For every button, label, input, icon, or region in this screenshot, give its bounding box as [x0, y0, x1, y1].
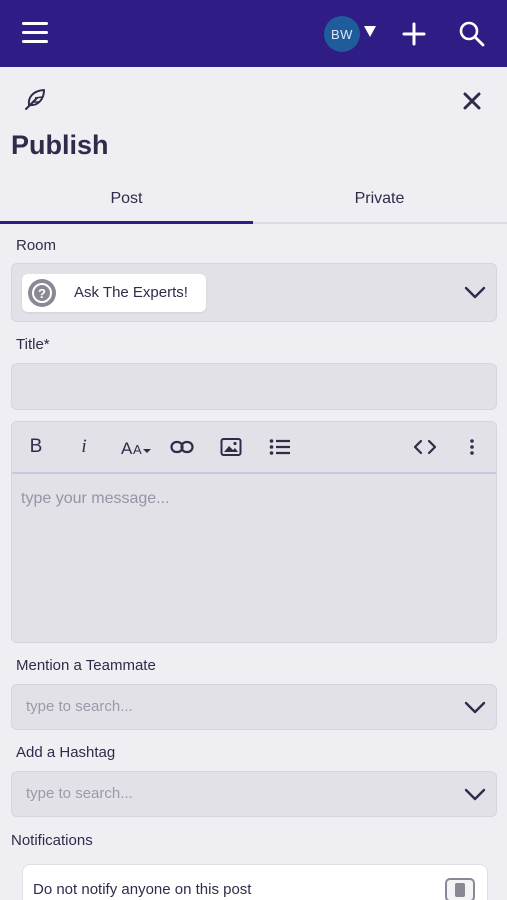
room-select[interactable]: ? Ask The Experts! [11, 263, 497, 322]
room-label: Room [16, 237, 57, 254]
room-selected-value: Ask The Experts! [74, 284, 188, 301]
bulleted-list-icon[interactable] [269, 434, 291, 460]
title-input[interactable] [11, 363, 497, 410]
do-not-notify-option[interactable]: Do not notify anyone on this post [22, 864, 488, 900]
question-circle-icon: ? [28, 279, 56, 307]
message-editor[interactable]: B i A A type your message... [11, 421, 497, 643]
more-vertical-icon[interactable] [468, 434, 476, 460]
chevron-down-icon[interactable] [464, 286, 486, 300]
font-size-icon[interactable]: A A [120, 434, 154, 460]
do-not-notify-text: Do not notify anyone on this post [33, 881, 252, 898]
tab-private[interactable]: Private [253, 184, 506, 222]
title-label: Title* [16, 336, 50, 353]
page-title: Publish [11, 130, 109, 160]
chevron-down-icon[interactable] [464, 788, 486, 802]
link-icon[interactable] [170, 434, 194, 460]
hashtag-label: Add a Hashtag [16, 744, 116, 761]
search-icon[interactable] [458, 20, 486, 48]
notifications-label: Notifications [11, 832, 93, 849]
editor-toolbar: B i A A [12, 422, 496, 474]
plus-icon[interactable] [402, 22, 426, 46]
mention-label: Mention a Teammate [16, 657, 156, 674]
chevron-down-icon[interactable] [464, 701, 486, 715]
hamburger-menu-icon[interactable] [22, 22, 48, 44]
mention-search-select[interactable]: type to search... [11, 684, 497, 730]
top-navigation-bar: BW [0, 0, 507, 67]
feather-icon [25, 89, 45, 110]
hashtag-search-input[interactable]: type to search... [26, 785, 133, 802]
message-placeholder: type your message... [21, 490, 170, 507]
room-chip[interactable]: ? Ask The Experts! [22, 274, 206, 312]
caret-down-icon[interactable] [364, 26, 376, 37]
mention-search-input[interactable]: type to search... [26, 698, 133, 715]
hashtag-search-select[interactable]: type to search... [11, 771, 497, 817]
close-icon[interactable] [462, 91, 482, 111]
italic-icon[interactable]: i [76, 434, 92, 460]
user-avatar[interactable]: BW [324, 16, 360, 52]
do-not-notify-toggle[interactable] [445, 878, 475, 900]
code-view-icon[interactable] [413, 434, 437, 460]
publish-tabs: Post Private [0, 184, 507, 224]
bold-icon[interactable]: B [26, 434, 46, 460]
image-icon[interactable] [220, 434, 242, 460]
svg-text:A: A [133, 442, 142, 457]
tab-post[interactable]: Post [0, 184, 253, 224]
svg-text:A: A [121, 439, 133, 458]
